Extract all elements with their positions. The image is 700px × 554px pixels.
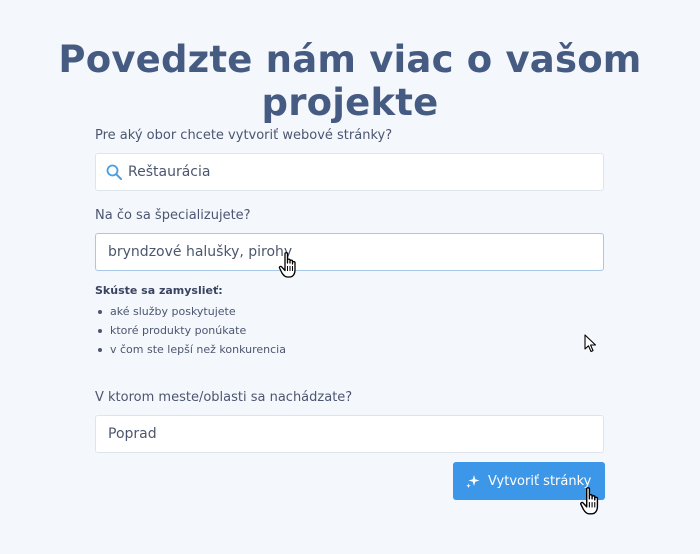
industry-value: Reštaurácia xyxy=(128,164,211,180)
hand-pointer-icon xyxy=(578,486,604,520)
specialization-field[interactable]: bryndzové halušky, pirohy xyxy=(95,233,604,271)
location-value: Poprad xyxy=(108,426,157,442)
tip-item: v čom ste lepší než konkurencia xyxy=(95,340,286,359)
sparkle-icon xyxy=(465,473,481,489)
industry-field[interactable]: Reštaurácia xyxy=(95,153,604,191)
tip-item: ktoré produkty ponúkate xyxy=(95,321,286,340)
search-icon xyxy=(105,163,123,181)
create-website-label: Vytvoriť stránky xyxy=(488,473,592,489)
tips-title: Skúste sa zamyslieť: xyxy=(95,284,223,297)
tip-item: aké služby poskytujete xyxy=(95,302,286,321)
location-label: V ktorom meste/oblasti sa nachádzate? xyxy=(95,390,353,405)
specialization-label: Na čo sa špecializujete? xyxy=(95,208,251,223)
hand-pointer-icon xyxy=(278,251,300,283)
industry-label: Pre aký obor chcete vytvoriť webové strá… xyxy=(95,128,393,143)
arrow-pointer-icon xyxy=(584,334,598,358)
specialization-value: bryndzové halušky, pirohy xyxy=(108,244,293,260)
location-field[interactable]: Poprad xyxy=(95,415,604,453)
page-title: Povedzte nám viac o vašom projekte xyxy=(58,38,642,124)
tips-list: aké služby poskytujete ktoré produkty po… xyxy=(95,302,286,359)
